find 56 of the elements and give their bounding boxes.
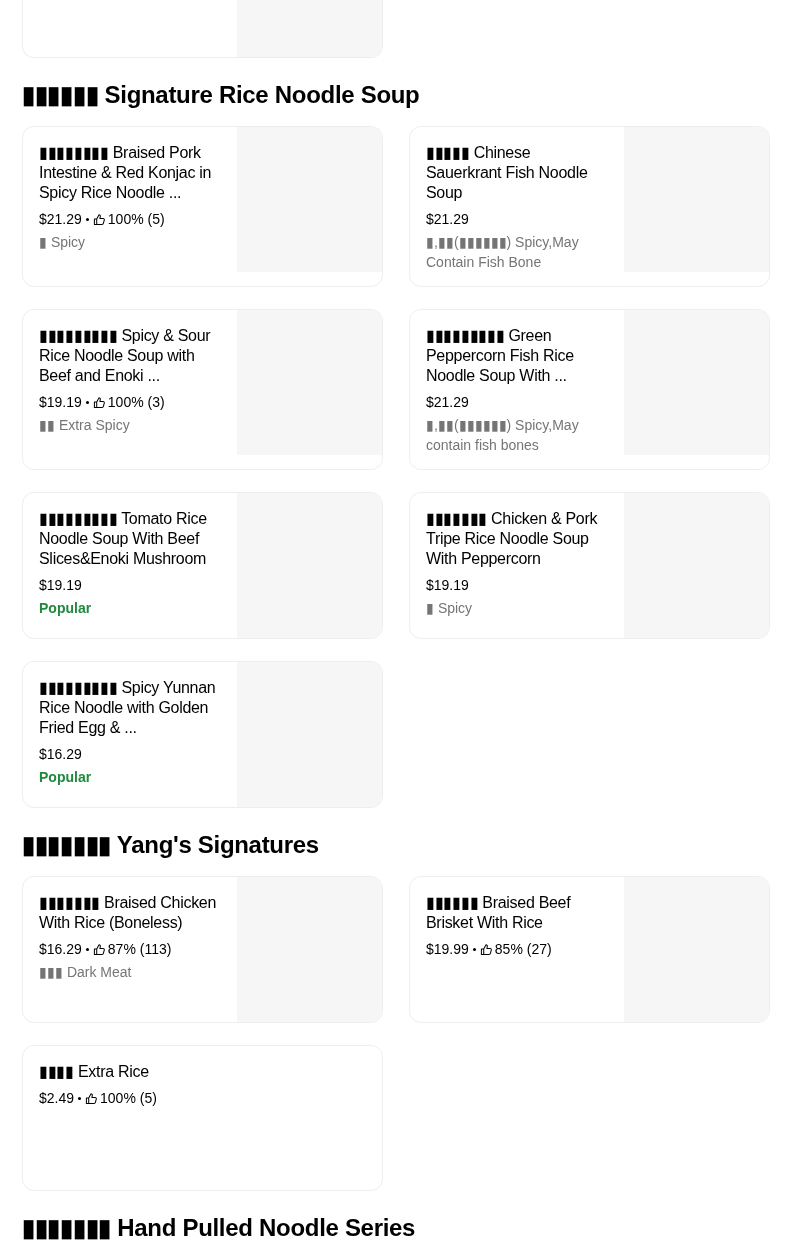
item-price: $19.99 (426, 940, 469, 958)
menu-item-card[interactable]: ▮▮▮▮▮▮▮▮▮ Spicy Yunnan Rice Noodle with Golden Fried Egg & ... $16.29 Popular (22, 661, 383, 808)
menu-item-card[interactable]: ▮▮▮▮▮▮ Braised Beef Brisket With Rice $19.99 85% (27) (409, 876, 770, 1023)
menu-item-card[interactable]: ▮▮▮▮ Extra Rice $2.49 100% (5) (22, 1045, 383, 1191)
item-tag: ▮▮ Extra Spicy (39, 415, 219, 435)
item-price: $19.19 (39, 576, 82, 594)
section-heading: ▮▮▮▮▮▮▮ Yang's Signatures (22, 830, 320, 860)
item-rating: 100% (5) (100, 1089, 157, 1107)
item-name: ▮▮▮▮ Extra Rice (39, 1062, 150, 1082)
thumbs-up-icon (92, 395, 106, 409)
item-rating: 87% (113) (107, 940, 172, 958)
item-name: ▮▮▮▮▮▮▮▮▮ Green Peppercorn Fish Rice Noodle Soup With ... (426, 326, 575, 386)
item-price: $21.29 (426, 210, 469, 228)
item-price: $16.29 (39, 940, 82, 958)
item-rating: 100% (5) (107, 210, 165, 228)
item-price: $21.29 (39, 210, 82, 228)
separator-dot (472, 947, 476, 951)
item-price: $19.19 (426, 576, 469, 594)
item-name: ▮▮▮▮▮▮▮▮▮ Spicy Yunnan Rice Noodle with Golden Fried Egg & ... (39, 678, 217, 738)
item-price: $19.19 (39, 393, 82, 411)
menu-item-card[interactable]: ▮▮▮▮▮▮▮▮▮ Spicy & Sour Rice Noodle Soup with Beef and Enoki ... $19.19 100% (3) ▮▮ Extra Spicy (22, 309, 383, 470)
item-name: ▮▮▮▮▮▮▮ Chicken & Pork Tripe Rice Noodle Soup With Peppercorn (426, 509, 599, 569)
separator-dot (85, 947, 89, 951)
item-price: $21.29 (426, 393, 469, 411)
section-heading: ▮▮▮▮▮▮▮ Hand Pulled Noodle Series (22, 1213, 417, 1243)
item-tag: ▮,▮▮(▮▮▮▮▮▮) Spicy,May Contain Fish Bone (426, 232, 606, 272)
thumbs-up-icon (85, 1091, 99, 1105)
item-price: $16.29 (39, 745, 82, 763)
thumbs-up-icon (92, 942, 106, 956)
separator-dot (85, 400, 89, 404)
popular-label: Popular (39, 599, 93, 618)
menu-item-card[interactable]: ▮▮▮▮▮▮▮▮▮ Tomato Rice Noodle Soup With Beef Slices&Enoki Mushroom $19.19 Popular (22, 492, 383, 639)
menu-item-card[interactable]: ▮▮▮▮▮▮▮▮▮ Green Peppercorn Fish Rice Noodle Soup With ... $21.29 ▮,▮▮(▮▮▮▮▮▮) Spicy,May contain fish bones (409, 309, 770, 470)
item-name: ▮▮▮▮▮▮▮▮ Braised Pork Intestine & Red Konjac in Spicy Rice Noodle ... (39, 143, 213, 203)
item-tag: ▮▮▮ Dark Meat (39, 962, 219, 982)
menu-item-card[interactable]: ▮▮▮▮▮▮▮ Chicken & Pork Tripe Rice Noodle Soup With Peppercorn $19.19 ▮ Spicy (409, 492, 770, 639)
popular-label: Popular (39, 768, 93, 787)
item-rating: 100% (3) (107, 393, 165, 411)
menu-item-card[interactable]: ▮▮▮▮▮ Chinese Sauerkrant Fish Noodle Soup $21.29 ▮,▮▮(▮▮▮▮▮▮) Spicy,May Contain Fish Bone (409, 126, 770, 287)
item-tag: ▮ Spicy (426, 598, 606, 618)
item-price: $2.49 (39, 1089, 75, 1107)
section-heading: ▮▮▮▮▮▮ Signature Rice Noodle Soup (22, 80, 421, 110)
menu-item-card[interactable]: ▮▮▮▮▮▮▮▮ Braised Pork Intestine & Red Konjac in Spicy Rice Noodle ... $21.29 100% (5) ▮ Spicy (22, 126, 383, 287)
thumbs-up-icon (92, 212, 106, 226)
item-tag: ▮,▮▮(▮▮▮▮▮▮) Spicy,May contain fish bones (426, 415, 606, 455)
item-rating: 85% (27) (494, 940, 552, 958)
item-name: ▮▮▮▮▮▮▮▮▮ Tomato Rice Noodle Soup With Beef Slices&Enoki Mushroom (39, 509, 208, 569)
item-name: ▮▮▮▮▮▮ Braised Beef Brisket With Rice (426, 893, 572, 933)
item-tag: ▮ Spicy (39, 232, 219, 252)
separator-dot (85, 217, 89, 221)
item-name: ▮▮▮▮▮▮▮▮▮ Spicy & Sour Rice Noodle Soup with Beef and Enoki ... (39, 326, 212, 386)
menu-item-card[interactable]: ▮▮▮▮▮▮▮ Braised Chicken With Rice (Boneless) $16.29 87% (113) ▮▮▮ Dark Meat (22, 876, 383, 1023)
separator-dot (78, 1096, 82, 1100)
item-name: ▮▮▮▮▮ Chinese Sauerkrant Fish Noodle Soup (426, 143, 589, 203)
item-name: ▮▮▮▮▮▮▮ Braised Chicken With Rice (Boneless) (39, 893, 218, 933)
thumbs-up-icon (479, 942, 493, 956)
